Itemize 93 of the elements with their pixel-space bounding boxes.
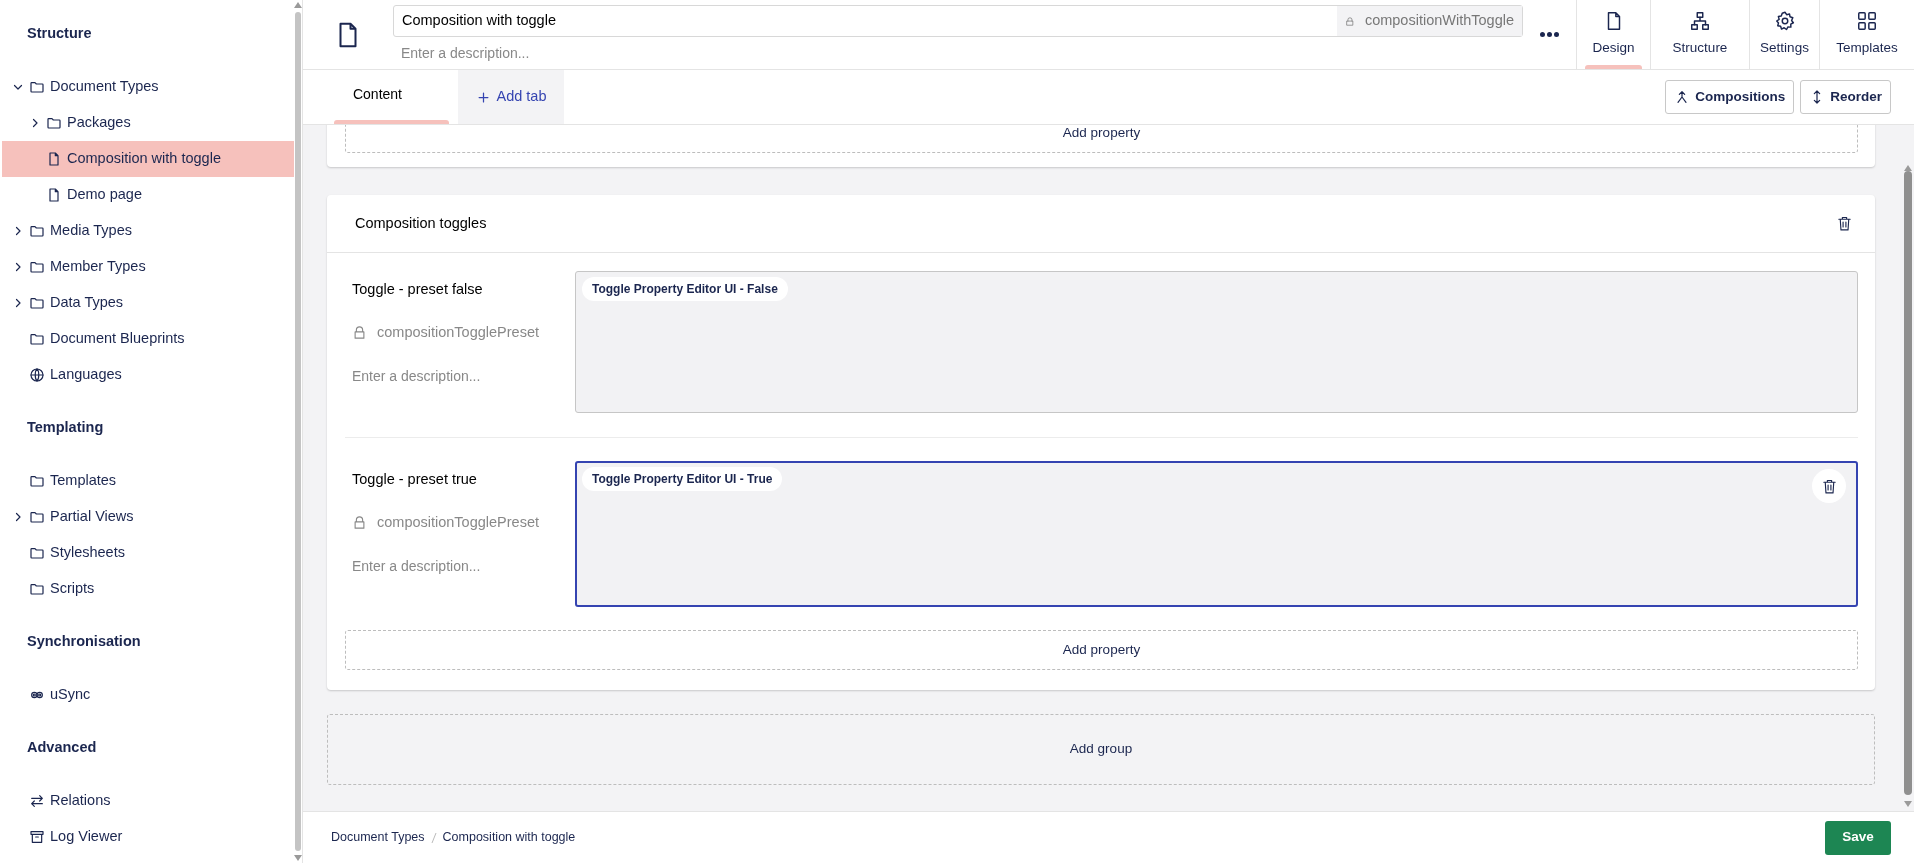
trash-icon [1836, 215, 1853, 232]
folder-icon [29, 79, 45, 95]
tree-item-label: Log Viewer [50, 827, 123, 847]
toolbar-button[interactable]: Compositions [1665, 80, 1795, 114]
property-alias: compositionTogglePreset [377, 322, 539, 342]
tree-item[interactable]: Data Types [2, 285, 294, 321]
add-property-button[interactable]: Add property [345, 125, 1858, 153]
grid-icon [1856, 10, 1878, 33]
document-icon [46, 187, 62, 203]
name-field[interactable]: Composition with toggle compositionWithToggle [393, 5, 1523, 37]
description-field[interactable]: Enter a description... [352, 555, 552, 577]
document-icon [46, 151, 62, 167]
section-heading: Structure [26, 24, 93, 44]
breadcrumb-link[interactable]: Composition with toggle [442, 828, 576, 847]
lock-icon [352, 515, 367, 531]
tree-item-label: Templates [50, 471, 117, 491]
tree-item-label: Stylesheets [50, 543, 125, 563]
tree-item-label: Document Types [50, 77, 159, 97]
property-name: Toggle - preset false [352, 280, 484, 299]
group-title: Composition toggles [355, 213, 487, 233]
folder-icon [29, 331, 45, 347]
property-editor-panel[interactable]: Toggle Property Editor UI - False [575, 271, 1858, 413]
more-icon [1540, 32, 1559, 37]
tree-item-label: Media Types [50, 221, 132, 241]
tree-item-label: Data Types [50, 293, 124, 313]
tree-item[interactable]: Packages [2, 105, 294, 141]
tree-item[interactable]: Demo page [2, 177, 294, 213]
tree-item[interactable]: Templates [2, 463, 294, 499]
tree-item[interactable]: Partial Views [2, 499, 294, 535]
toolbar-button[interactable]: Reorder [1800, 80, 1891, 114]
tree-item-label: Demo page [67, 185, 142, 205]
tree-item-label: Languages [50, 365, 122, 385]
folder-icon [29, 545, 45, 561]
delete-property-button[interactable] [1812, 469, 1846, 503]
property-alias: compositionTogglePreset [377, 512, 539, 532]
tree-item[interactable]: Document Blueprints [2, 321, 294, 357]
breadcrumb-link[interactable]: Document Types [331, 828, 425, 847]
delete-group-button[interactable] [1836, 215, 1853, 232]
archive-icon [29, 829, 45, 845]
editor-label: Toggle Property Editor UI - True [582, 467, 783, 491]
section-heading: Synchronisation [26, 632, 142, 652]
trash-icon [1820, 477, 1838, 495]
property-editor-panel[interactable]: Toggle Property Editor UI - True [575, 461, 1858, 607]
folder-icon [29, 259, 45, 275]
tree-item[interactable]: Relations [2, 783, 294, 819]
scroll-down-icon[interactable] [294, 855, 302, 861]
description-field[interactable]: Enter a description... [393, 43, 1523, 64]
tree-item[interactable]: Member Types [2, 249, 294, 285]
add-tab-button[interactable]: Add tab [458, 70, 564, 124]
tree-item-label: Relations [50, 791, 111, 811]
tree-item-label: Scripts [50, 579, 95, 599]
alias-text: compositionWithToggle [1364, 11, 1514, 31]
folder-icon [29, 581, 45, 597]
folder-icon [46, 115, 62, 131]
scrollbar-thumb[interactable] [295, 12, 301, 851]
property-name: Toggle - preset true [352, 470, 478, 489]
add-group-button[interactable]: Add group [327, 714, 1875, 785]
section-heading: Templating [26, 418, 105, 438]
folder-icon [29, 295, 45, 311]
tree-item-label: Composition with toggle [67, 149, 221, 169]
tree-item[interactable]: Media Types [2, 213, 294, 249]
tree-item[interactable]: Document Types [2, 69, 294, 105]
more-button[interactable] [1540, 32, 1559, 37]
tree-item-label: Member Types [50, 257, 146, 277]
tree-item[interactable]: Languages [2, 357, 294, 393]
scroll-up-icon[interactable] [294, 2, 302, 8]
tree-item-label: Partial Views [50, 507, 134, 527]
tree-item-label: Packages [67, 113, 131, 133]
folder-icon [29, 473, 45, 489]
scroll-down-icon[interactable] [1904, 801, 1912, 807]
folder-icon [29, 223, 45, 239]
tree-item[interactable]: Composition with toggle [2, 141, 294, 177]
plus-icon [475, 89, 491, 105]
tree-item[interactable]: uSync [2, 677, 294, 713]
scrollbar-thumb[interactable] [1904, 171, 1912, 795]
add-property-button[interactable]: Add property [345, 630, 1858, 670]
breadcrumb-separator [430, 831, 437, 844]
globe-icon [29, 367, 45, 383]
folder-icon [29, 509, 45, 525]
tree-item[interactable]: Log Viewer [2, 819, 294, 855]
hierarchy-icon [1689, 10, 1711, 33]
editor-label: Toggle Property Editor UI - False [582, 277, 788, 301]
tree-item[interactable]: Scripts [2, 571, 294, 607]
tree-item-label: Document Blueprints [50, 329, 185, 349]
save-button[interactable]: Save [1825, 820, 1891, 855]
alias-field[interactable]: compositionWithToggle [1337, 6, 1522, 36]
tree-item[interactable]: Stylesheets [2, 535, 294, 571]
lock-icon [352, 325, 367, 341]
settings-icon [1773, 10, 1796, 33]
tree-item-label: uSync [50, 685, 91, 705]
description-field[interactable]: Enter a description... [352, 365, 552, 387]
arrows-icon [29, 793, 45, 809]
section-heading: Advanced [26, 738, 98, 758]
